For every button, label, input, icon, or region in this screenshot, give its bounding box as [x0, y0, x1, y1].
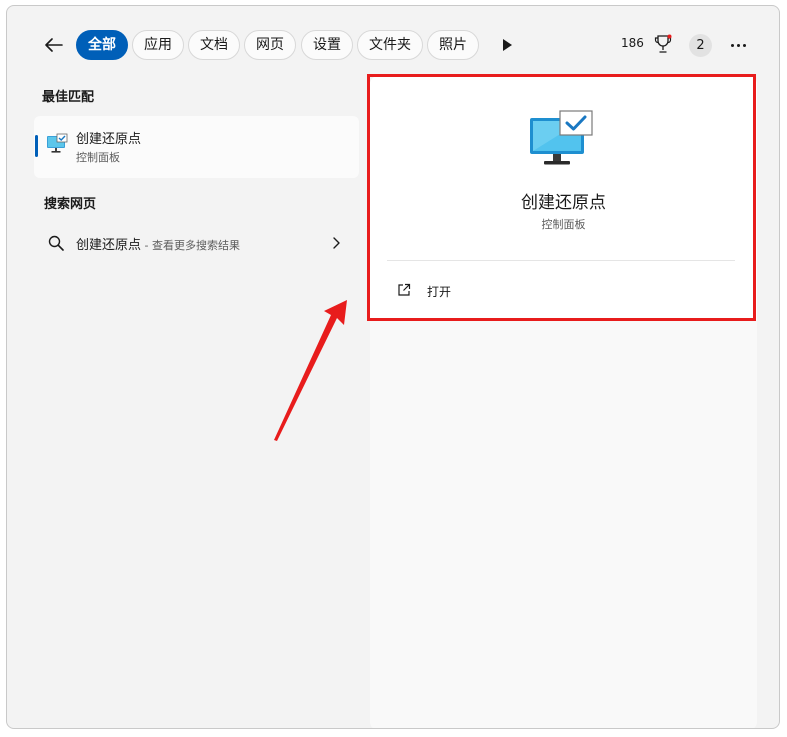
more-filters-button[interactable] — [497, 35, 517, 55]
play-icon — [503, 39, 512, 51]
trophy-icon[interactable] — [654, 34, 672, 54]
web-search-hint: - 查看更多搜索结果 — [141, 239, 240, 252]
divider — [387, 260, 735, 261]
dot — [742, 43, 746, 47]
tab-photos[interactable]: 照片 — [427, 30, 479, 60]
open-external-icon — [398, 283, 411, 296]
tab-apps[interactable]: 应用 — [132, 30, 184, 60]
system-restore-monitor-icon — [530, 110, 593, 165]
web-search-heading: 搜索网页 — [44, 197, 97, 212]
tab-folders[interactable]: 文件夹 — [357, 30, 423, 60]
search-window: 全部 应用 文档 网页 设置 文件夹 照片 186 2 最佳匹配 创建还原点 控… — [6, 5, 780, 729]
web-search-query: 创建还原点 — [76, 238, 142, 253]
tab-all[interactable]: 全部 — [76, 30, 128, 60]
system-restore-monitor-icon — [47, 133, 68, 153]
web-search-text: 创建还原点 - 查看更多搜索结果 — [76, 234, 240, 253]
detail-subtitle: 控制面板 — [541, 218, 586, 231]
web-search-result[interactable]: 创建还原点 - 查看更多搜索结果 — [34, 226, 359, 260]
open-button[interactable]: 打开 — [387, 276, 735, 306]
back-arrow-icon — [45, 38, 63, 52]
detail-header: 创建还原点 控制面板 打开 — [370, 76, 757, 320]
detail-title: 创建还原点 — [521, 193, 606, 213]
chevron-right-icon — [333, 237, 340, 249]
dot — [736, 43, 740, 47]
detail-pane: 创建还原点 控制面板 打开 — [370, 76, 757, 728]
best-match-heading: 最佳匹配 — [42, 90, 95, 105]
back-button[interactable] — [40, 31, 68, 59]
selection-indicator — [35, 135, 38, 157]
tab-settings[interactable]: 设置 — [301, 30, 353, 60]
best-match-result[interactable]: 创建还原点 控制面板 — [34, 116, 359, 178]
dot — [730, 43, 734, 47]
search-icon — [48, 235, 64, 251]
best-match-subtitle: 控制面板 — [76, 151, 120, 164]
top-bar: 全部 应用 文档 网页 设置 文件夹 照片 186 2 — [7, 6, 779, 82]
tab-web[interactable]: 网页 — [244, 30, 296, 60]
best-match-title: 创建还原点 — [76, 132, 142, 147]
tab-documents[interactable]: 文档 — [188, 30, 240, 60]
open-label: 打开 — [427, 285, 452, 299]
rewards-points: 186 — [621, 36, 644, 50]
more-options-button[interactable] — [727, 34, 749, 56]
account-avatar[interactable]: 2 — [689, 34, 712, 57]
